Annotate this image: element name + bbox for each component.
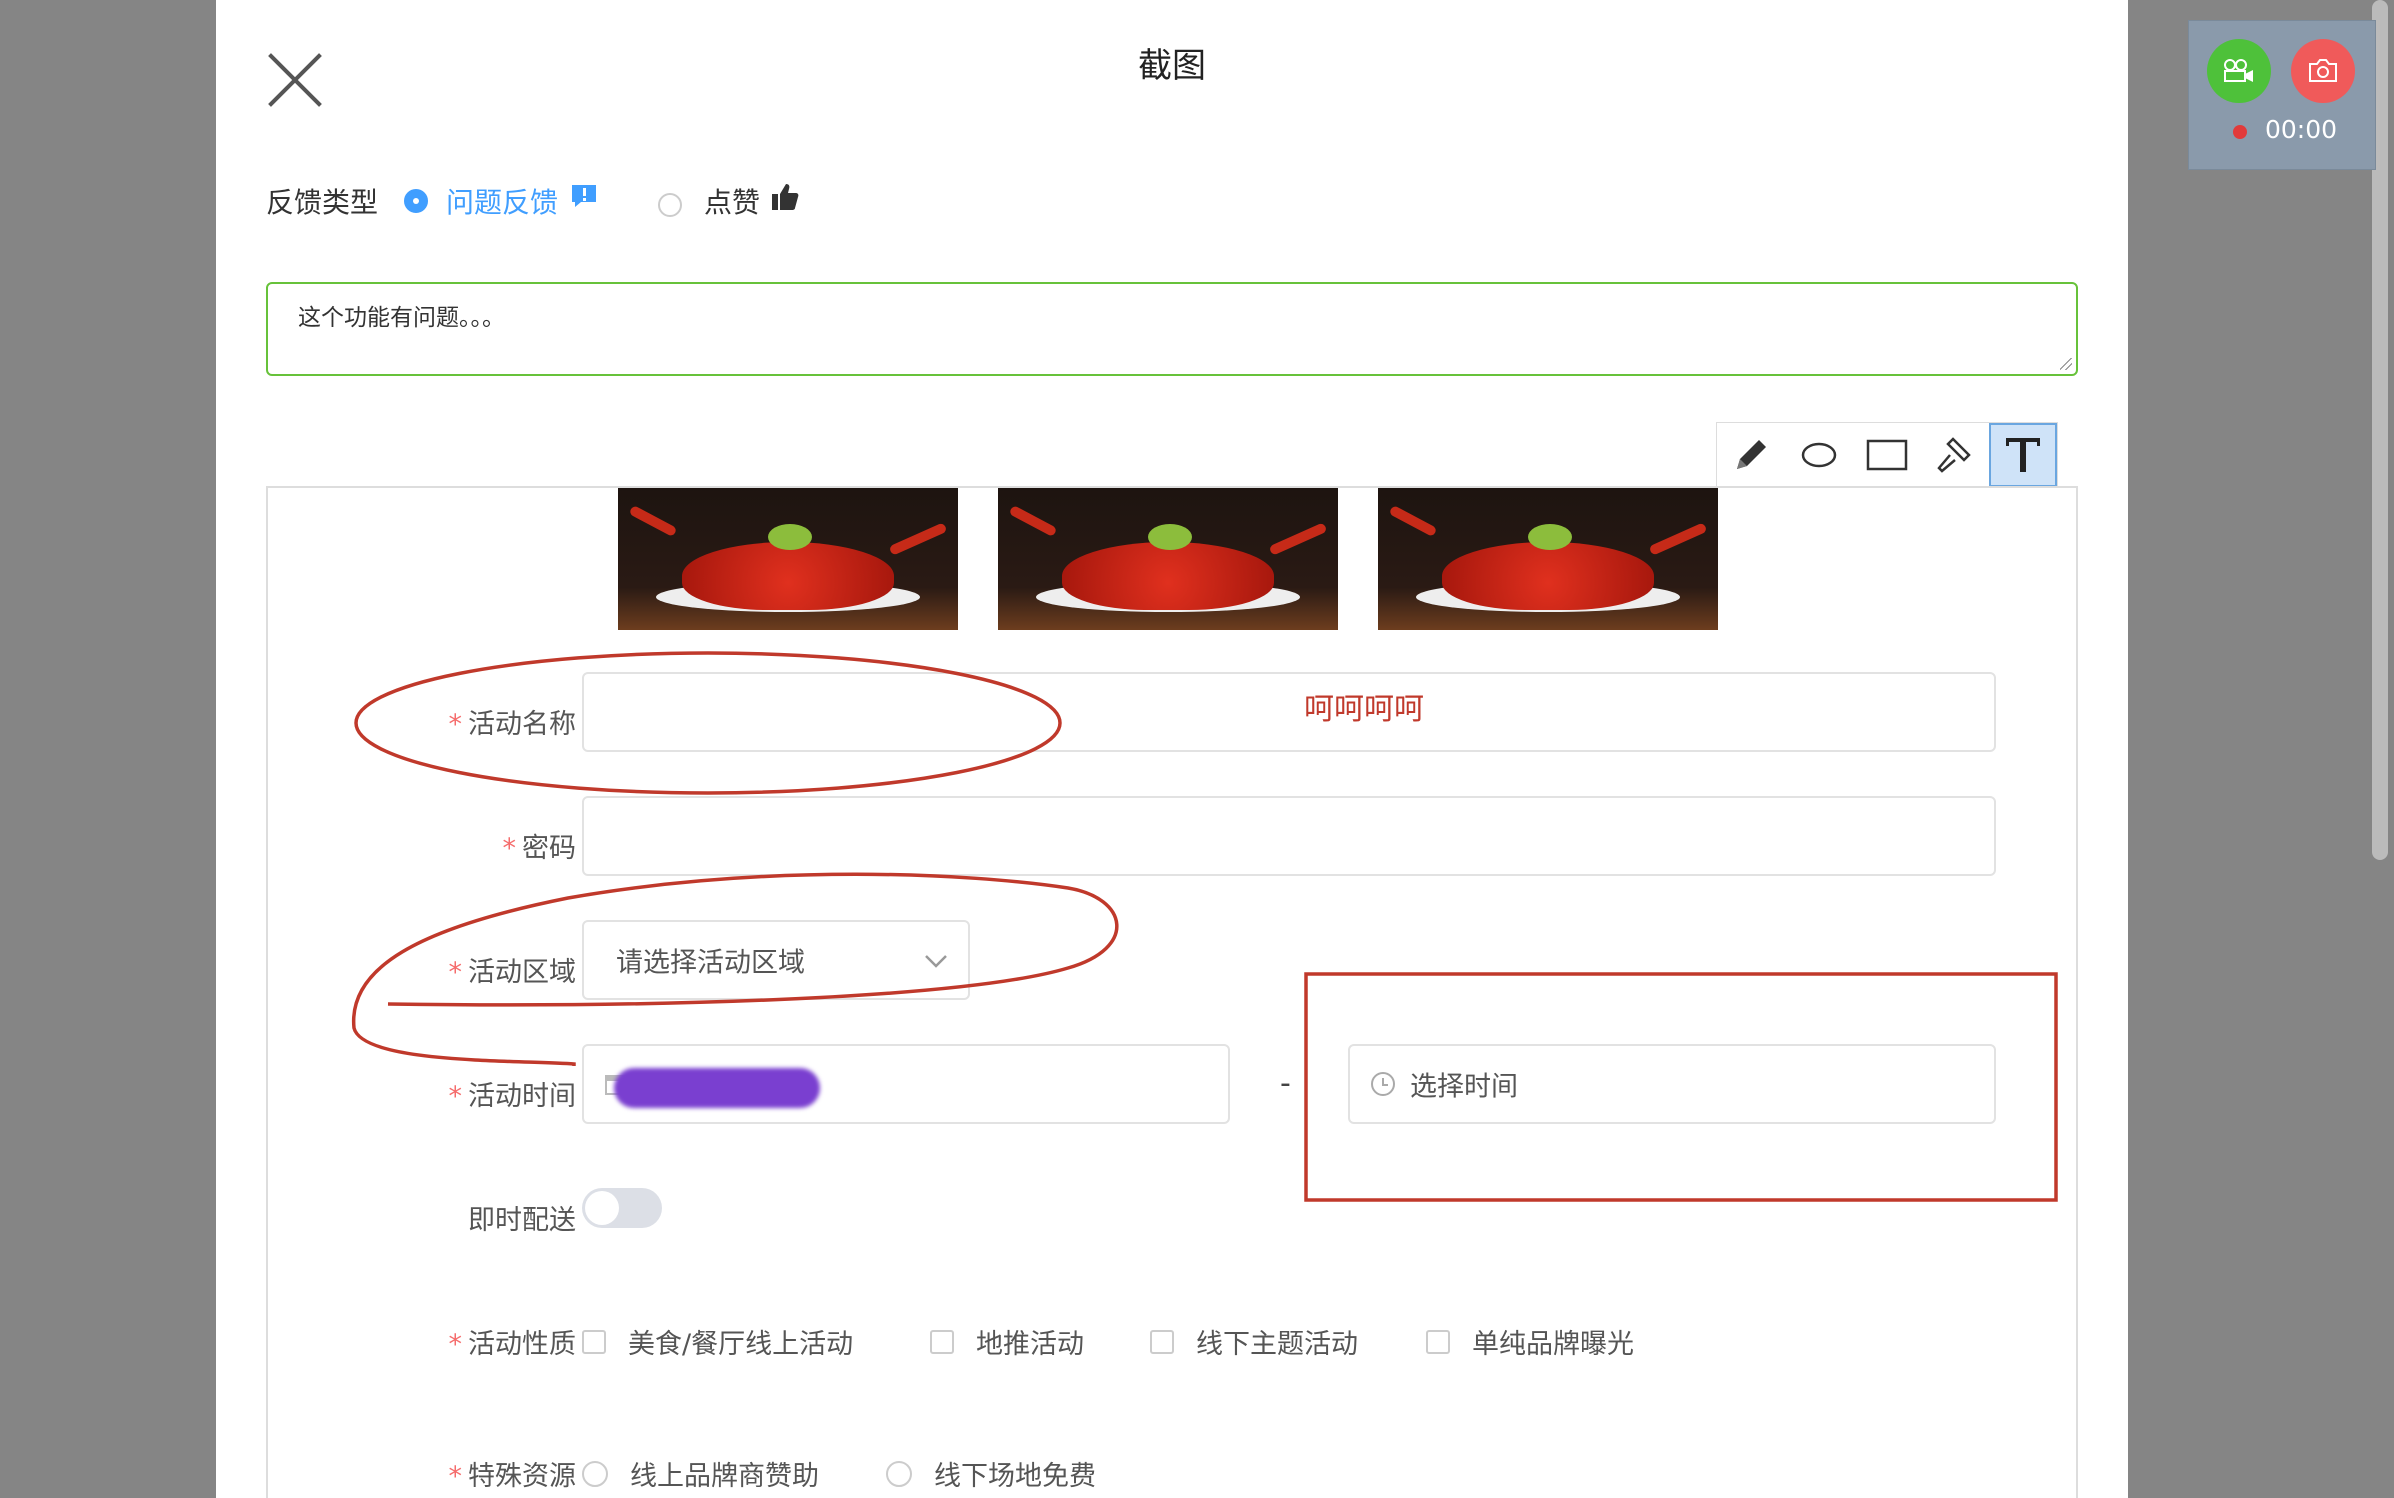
resize-handle[interactable] (2060, 358, 2072, 370)
nature-option-offline[interactable]: 线下主题活动 (1150, 1322, 1358, 1361)
annotation-toolbar (1716, 422, 2058, 488)
recorder-widget: 00:00 (2188, 20, 2376, 170)
region-placeholder: 请选择活动区域 (616, 947, 805, 979)
feedback-type-row: 反馈类型 问题反馈 点赞 (266, 176, 800, 226)
hammer-icon (1937, 437, 1971, 473)
ellipse-icon (1801, 442, 1837, 468)
video-record-button[interactable] (2207, 39, 2271, 103)
feedback-message-icon (572, 185, 597, 207)
special-resources-label: * 特殊资源 (448, 1461, 577, 1492)
feedback-note-field[interactable]: 这个功能有问题。。。 (266, 282, 2078, 376)
nature-option-brand[interactable]: 单纯品牌曝光 (1426, 1322, 1634, 1361)
resource-option-venue[interactable]: 线下场地免费 (886, 1454, 1096, 1493)
clock-icon (1371, 1072, 1395, 1096)
recording-indicator-dot (2233, 125, 2247, 139)
checkbox[interactable] (1150, 1329, 1174, 1354)
activity-nature-label: * 活动性质 (448, 1329, 577, 1360)
blur-redaction (614, 1068, 820, 1108)
radio[interactable] (886, 1460, 912, 1487)
password-input[interactable] (582, 796, 1996, 876)
activity-region-select[interactable]: 请选择活动区域 (582, 920, 970, 1000)
pencil-icon (1737, 440, 1766, 469)
banner-image (618, 488, 958, 630)
time-picker-input[interactable]: 选择时间 (1348, 1044, 1996, 1124)
banner-image (1378, 488, 1718, 630)
hammer-tool[interactable] (1921, 423, 1989, 487)
text-tool[interactable] (1989, 423, 2057, 487)
radio-like[interactable] (658, 193, 683, 217)
radio[interactable] (582, 1460, 608, 1487)
dialog-title: 截图 (1138, 46, 1206, 86)
like-label[interactable]: 点赞 (704, 181, 760, 221)
checkbox[interactable] (582, 1329, 606, 1354)
activity-name-input[interactable] (582, 672, 1996, 752)
pencil-tool[interactable] (1717, 423, 1785, 487)
nature-option-promotion[interactable]: 地推活动 (930, 1322, 1084, 1361)
video-camera-icon (2224, 59, 2253, 82)
radio-issue-feedback[interactable] (404, 189, 429, 213)
rectangle-tool[interactable] (1853, 423, 1921, 487)
activity-time-label: * 活动时间 (448, 1081, 577, 1112)
recording-timer: 00:00 (2265, 115, 2338, 144)
feedback-note-text: 这个功能有问题。。。 (298, 305, 505, 331)
checkbox[interactable] (930, 1329, 954, 1354)
rectangle-icon (1866, 439, 1908, 471)
resource-option-sponsor[interactable]: 线上品牌商赞助 (582, 1454, 819, 1493)
screenshot-canvas[interactable]: * 活动名称 * 密码 * 活动区域 请选择活动区域 * 活动时间 - 选择时间 即时配… (266, 486, 2078, 1498)
screenshot-button[interactable] (2291, 39, 2355, 103)
checkbox[interactable] (1426, 1329, 1450, 1354)
instant-delivery-switch[interactable] (582, 1188, 662, 1228)
date-separator: - (1280, 1066, 1291, 1101)
feedback-type-label: 反馈类型 (266, 186, 379, 219)
time-placeholder: 选择时间 (1410, 1071, 1518, 1103)
ellipse-tool[interactable] (1785, 423, 1853, 487)
issue-feedback-label[interactable]: 问题反馈 (446, 181, 558, 221)
banner-image (998, 488, 1338, 630)
thumbs-up-icon (772, 184, 799, 210)
instant-delivery-label: 即时配送 (468, 1205, 576, 1236)
chevron-down-icon (925, 955, 947, 968)
password-label: * 密码 (502, 833, 577, 864)
activity-region-label: * 活动区域 (448, 957, 577, 988)
annotation-text: 呵呵呵呵 (1304, 692, 1424, 727)
camera-icon (2309, 59, 2337, 82)
nature-option-food[interactable]: 美食/餐厅线上活动 (582, 1322, 853, 1361)
text-icon (2006, 438, 2040, 472)
activity-name-label: * 活动名称 (448, 709, 577, 740)
